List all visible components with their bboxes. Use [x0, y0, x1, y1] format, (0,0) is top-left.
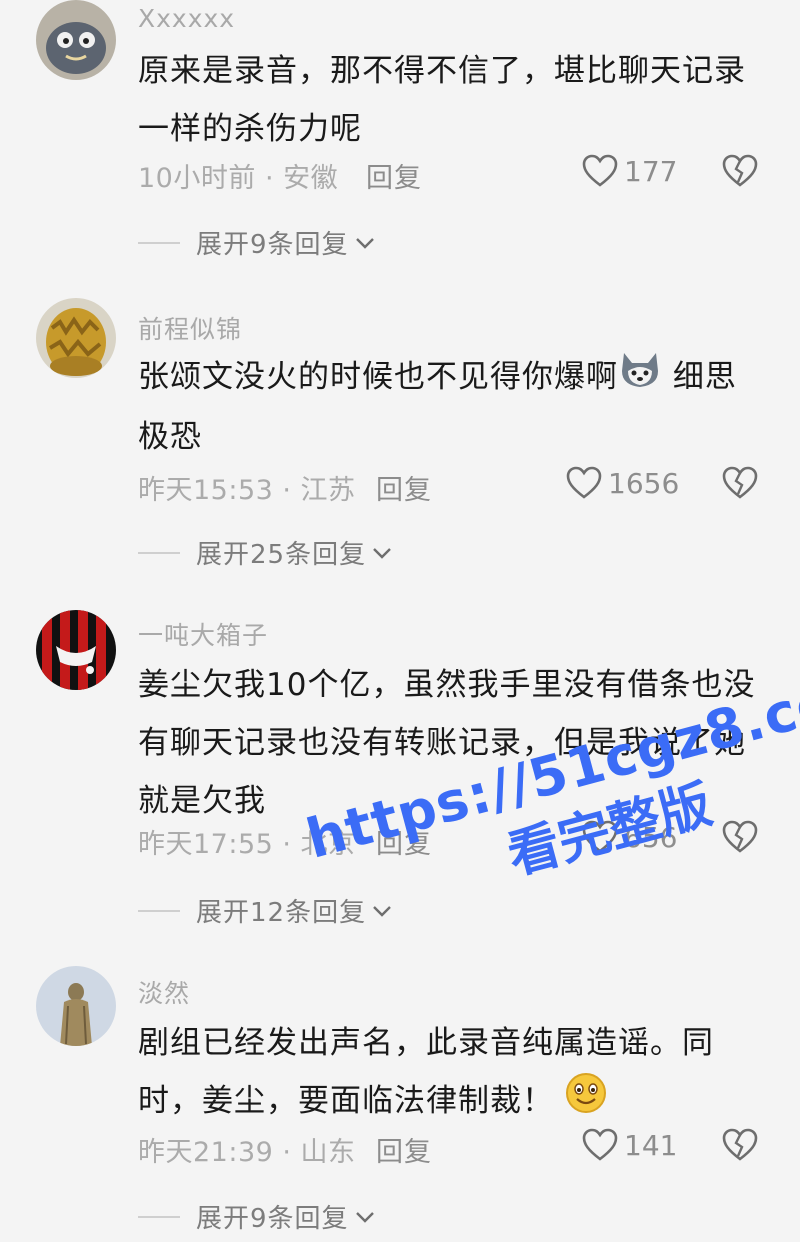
- avatar[interactable]: [36, 0, 116, 80]
- like-count: 177: [624, 154, 678, 188]
- comment-text: 姜尘欠我10个亿，虽然我手里没有借条也没有聊天记录也没有转账记录，但是我说了她就…: [138, 667, 756, 819]
- comment-meta: 昨天21:39 · 山东: [138, 1137, 356, 1168]
- reply-button[interactable]: 回复: [366, 156, 422, 195]
- broken-heart-icon: [722, 466, 758, 499]
- broken-heart-icon: [722, 154, 758, 187]
- comment-text: 剧组已经发出声名，此录音纯属造谣。同时，姜尘，要面临法律制裁！: [138, 1014, 763, 1133]
- like-count: 656: [624, 820, 678, 854]
- comment-meta: 昨天17:55 · 北京: [138, 829, 356, 860]
- like-button[interactable]: 656: [582, 820, 677, 854]
- username[interactable]: 前程似锦: [138, 310, 242, 346]
- divider: [138, 241, 180, 244]
- like-button[interactable]: 1656: [566, 466, 679, 500]
- smile-emoji-icon: [565, 1072, 607, 1133]
- heart-icon: [582, 1128, 618, 1161]
- chevron-down-icon: [355, 237, 374, 249]
- like-button[interactable]: 177: [582, 154, 677, 188]
- expand-label: 展开12条回复: [196, 898, 367, 928]
- comment-text: 原来是录音，那不得不信了，堪比聊天记录一样的杀伤力呢: [138, 53, 746, 147]
- username[interactable]: 淡然: [138, 974, 190, 1010]
- comment-meta: 10小时前 · 安徽: [138, 163, 339, 194]
- broken-heart-icon: [722, 820, 758, 853]
- expand-replies[interactable]: 展开9条回复: [138, 224, 375, 261]
- chevron-down-icon: [373, 905, 391, 917]
- dislike-button[interactable]: [722, 154, 758, 192]
- divider: [138, 551, 180, 554]
- username[interactable]: Xxxxxx: [138, 4, 235, 33]
- expand-label: 展开25条回复: [196, 540, 367, 570]
- expand-label: 展开9条回复: [196, 1204, 349, 1234]
- husky-emoji-icon: [618, 349, 662, 408]
- avatar[interactable]: [36, 298, 116, 378]
- like-button[interactable]: 141: [582, 1128, 677, 1162]
- comment-text: 张颂文没火的时候也不见得你爆啊 细思极恐: [138, 348, 763, 466]
- dislike-button[interactable]: [722, 466, 758, 504]
- heart-icon: [582, 820, 618, 853]
- broken-heart-icon: [722, 1128, 758, 1161]
- chevron-down-icon: [355, 1211, 374, 1223]
- heart-icon: [582, 154, 618, 187]
- comment-text-part: 张颂文没火的时候也不见得你爆啊: [138, 359, 618, 395]
- avatar[interactable]: [36, 610, 116, 690]
- divider: [138, 1215, 180, 1218]
- reply-button[interactable]: 回复: [376, 822, 432, 861]
- divider: [138, 909, 180, 912]
- dislike-button[interactable]: [722, 820, 758, 858]
- like-count: 141: [624, 1128, 678, 1162]
- heart-icon: [566, 466, 602, 499]
- expand-replies[interactable]: 展开12条回复: [138, 892, 392, 929]
- like-count: 1656: [608, 466, 680, 500]
- reply-button[interactable]: 回复: [376, 1130, 432, 1169]
- comment-feed: Xxxxxx 原来是录音，那不得不信了，堪比聊天记录一样的杀伤力呢 10小时前 …: [0, 0, 800, 1242]
- comment-meta: 昨天15:53 · 江苏: [138, 475, 356, 506]
- expand-replies[interactable]: 展开25条回复: [138, 534, 392, 571]
- dislike-button[interactable]: [722, 1128, 758, 1166]
- expand-label: 展开9条回复: [196, 230, 349, 260]
- chevron-down-icon: [373, 547, 391, 559]
- comment-text-part: 剧组已经发出声名，此录音纯属造谣。同时，姜尘，要面临法律制裁！: [138, 1025, 714, 1119]
- reply-button[interactable]: 回复: [376, 468, 432, 507]
- avatar[interactable]: [36, 966, 116, 1046]
- expand-replies[interactable]: 展开9条回复: [138, 1198, 375, 1235]
- username[interactable]: 一吨大箱子: [138, 616, 268, 652]
